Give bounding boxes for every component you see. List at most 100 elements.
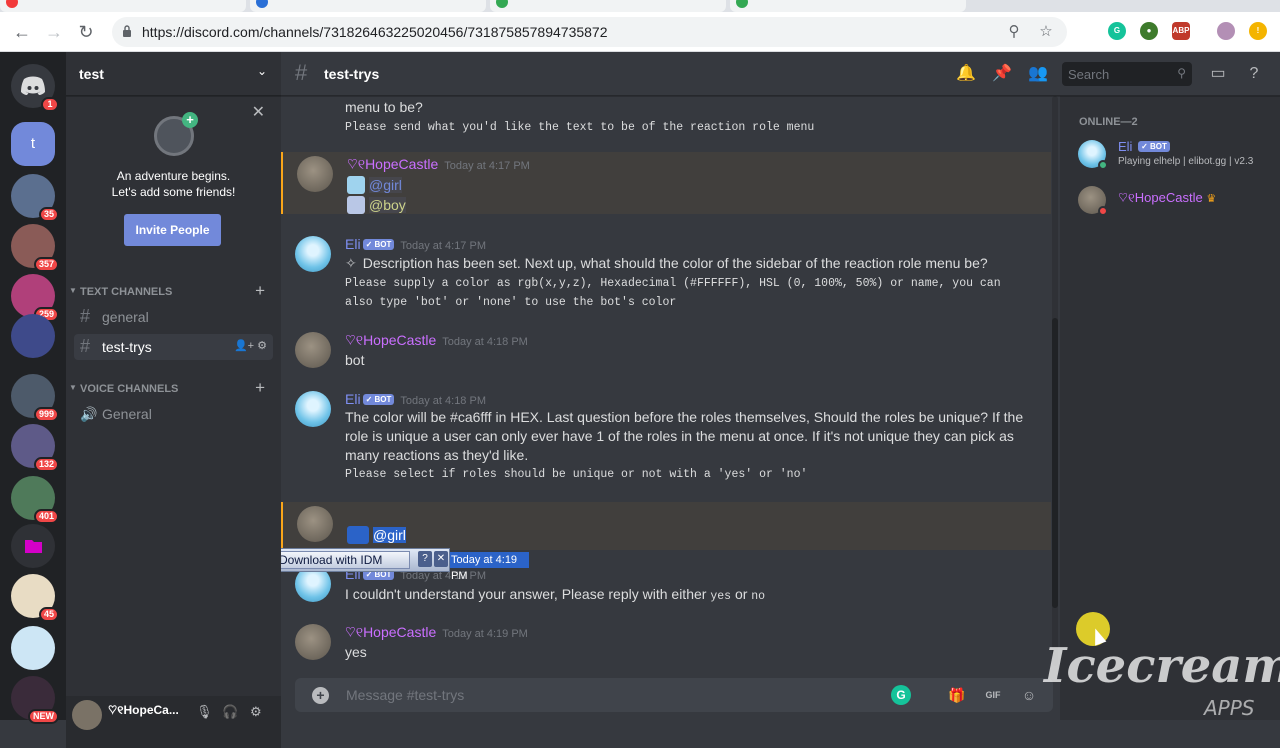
zoom-icon[interactable]: ⚲ (1005, 23, 1023, 41)
add-channel-icon[interactable]: + (255, 281, 265, 301)
grammarly-icon[interactable]: G (891, 685, 911, 705)
message-text: bot (345, 352, 365, 368)
avatar[interactable] (295, 236, 331, 272)
role-mention[interactable]: @boy (369, 197, 406, 213)
message-code: Please send what you'd like the text to … (345, 121, 815, 134)
sparkle-icon: ✧ (345, 255, 357, 271)
guild-header[interactable]: test ⌄ (66, 52, 281, 96)
server-icon[interactable]: NEW (11, 676, 59, 724)
bookmark-star-icon[interactable]: ☆ (1037, 23, 1055, 41)
emoji-icon[interactable]: ☺ (1019, 685, 1039, 705)
reload-icon[interactable]: ↻ (75, 22, 97, 44)
back-icon[interactable]: ← (11, 22, 33, 44)
hash-icon: # (80, 306, 91, 326)
role-mention[interactable]: @girl (373, 527, 406, 543)
server-icon[interactable]: 259 (11, 274, 59, 322)
help-icon[interactable]: ? (1244, 64, 1264, 84)
add-channel-icon[interactable]: + (255, 378, 265, 398)
crown-icon: ♛ (1206, 193, 1217, 205)
gif-icon[interactable]: GIF (983, 685, 1003, 705)
online-status-icon (1098, 160, 1108, 170)
server-icon[interactable] (11, 626, 55, 670)
pin-icon[interactable]: 📌 (992, 64, 1012, 84)
avatar[interactable] (295, 391, 331, 427)
channel-test-trys[interactable]: # test-trys 👤+ ⚙ (74, 334, 273, 360)
address-bar[interactable]: https://discord.com/channels/73182646322… (112, 17, 1067, 47)
author-name[interactable]: ♡୧HopeCastle (345, 332, 436, 348)
guild-name: test (79, 66, 104, 82)
settings-gear-icon[interactable]: ⚙ (250, 704, 262, 720)
discord-home-icon[interactable]: 1 (11, 64, 59, 112)
avatar[interactable] (297, 156, 333, 192)
browser-tab-google-1[interactable] (490, 0, 726, 12)
speaker-icon: 🔊 (80, 406, 98, 422)
channel-title: test-trys (324, 66, 380, 82)
server-icon[interactable]: 401 (11, 476, 59, 524)
idm-download-panel: Download with IDM ? ✕ (281, 548, 450, 572)
server-icon[interactable] (11, 314, 55, 358)
timestamp: Today at 4:17 PM (400, 240, 486, 252)
channel-label: test-trys (102, 339, 152, 355)
message-composer[interactable]: + Message #test-trys G 🎁 GIF ☺ (295, 678, 1053, 712)
server-icon[interactable]: 45 (11, 574, 59, 622)
invite-settings-icons[interactable]: 👤+ ⚙ (234, 339, 267, 352)
channel-general[interactable]: # general (74, 304, 273, 330)
profile-avatar[interactable] (1217, 22, 1235, 40)
forward-icon[interactable]: → (43, 22, 65, 44)
upload-plus-icon[interactable]: + (312, 687, 329, 704)
avatar[interactable] (297, 506, 333, 542)
avatar[interactable] (295, 332, 331, 368)
author-name[interactable]: ♡୧HopeCastle (347, 156, 438, 172)
server-icon[interactable]: 999 (11, 374, 59, 422)
notification-bell-icon[interactable]: 🔔 (956, 64, 976, 84)
server-t[interactable]: t (11, 122, 55, 166)
browser-tab-google-2[interactable] (730, 0, 966, 12)
download-with-idm-button[interactable]: Download with IDM (281, 551, 410, 569)
extension-globe-icon[interactable]: ● (1140, 22, 1158, 40)
voice-channel-general[interactable]: 🔊 General (74, 401, 273, 427)
microphone-muted-icon[interactable]: 🎙 (196, 704, 213, 720)
role-mention[interactable]: @girl (369, 177, 402, 193)
message-body: Description has been set. Next up, what … (362, 255, 988, 271)
message-code: also type 'bot' or 'none' to use the bot… (345, 296, 677, 309)
headphones-icon[interactable]: 🎧 (222, 704, 238, 720)
collapse-arrow-icon: ▼ (69, 383, 77, 392)
author-name[interactable]: Eli (345, 391, 361, 407)
author-name[interactable]: Eli (345, 236, 361, 252)
update-alert-icon[interactable]: ! (1249, 22, 1267, 40)
help-icon[interactable]: ? (418, 551, 432, 567)
grammarly-extension-icon[interactable]: G (1108, 22, 1126, 40)
notification-badge: 1 (41, 97, 59, 112)
server-icon[interactable]: 35 (11, 174, 59, 222)
server-icon[interactable]: 132 (11, 424, 59, 472)
close-icon[interactable]: ✕ (252, 102, 265, 122)
browser-tab-pixlr[interactable] (250, 0, 486, 12)
invite-people-button[interactable]: Invite People (124, 214, 221, 246)
server-icon[interactable] (11, 524, 55, 568)
text-channels-category[interactable]: ▼ TEXT CHANNELS + (66, 281, 281, 302)
member-hopecastle[interactable]: ♡୧HopeCastle ♛ (1076, 182, 1276, 224)
avatar[interactable] (295, 624, 331, 660)
browser-tab-discord[interactable] (0, 0, 246, 12)
new-badge: NEW (28, 709, 59, 724)
notification-badge: 35 (38, 207, 59, 222)
adblock-extension-icon[interactable]: ABP (1172, 22, 1190, 40)
member-list-icon[interactable]: 👥 (1028, 64, 1048, 84)
gift-icon[interactable]: 🎁 (947, 685, 967, 705)
inbox-icon[interactable]: ▭ (1208, 64, 1228, 84)
author-name[interactable]: ♡୧HopeCastle (345, 624, 436, 640)
voice-channels-category[interactable]: ▼ VOICE CHANNELS + (66, 378, 281, 399)
avatar[interactable] (72, 700, 102, 730)
close-icon[interactable]: ✕ (434, 551, 448, 567)
channel-sidebar: test ⌄ ✕ + An adventure begins. Let's ad… (66, 52, 281, 748)
message-body: or (734, 586, 748, 602)
scrollbar-thumb[interactable] (1052, 318, 1058, 608)
notification-badge: 357 (33, 257, 59, 272)
scrollbar[interactable] (1052, 96, 1058, 666)
server-icon[interactable]: 357 (11, 224, 59, 272)
search-input[interactable]: Search ⚲ (1062, 62, 1192, 86)
message-text: The color will be #ca6fff in HEX. Last q… (345, 409, 1024, 425)
message-item: Eli ✓ BOT Today at 4:17 PM ✧ Description ha… (281, 232, 1051, 312)
member-eli[interactable]: Eli ✓ BOT Playing elhelp | elibot.gg | v… (1076, 136, 1276, 178)
inline-code: no (751, 590, 766, 603)
